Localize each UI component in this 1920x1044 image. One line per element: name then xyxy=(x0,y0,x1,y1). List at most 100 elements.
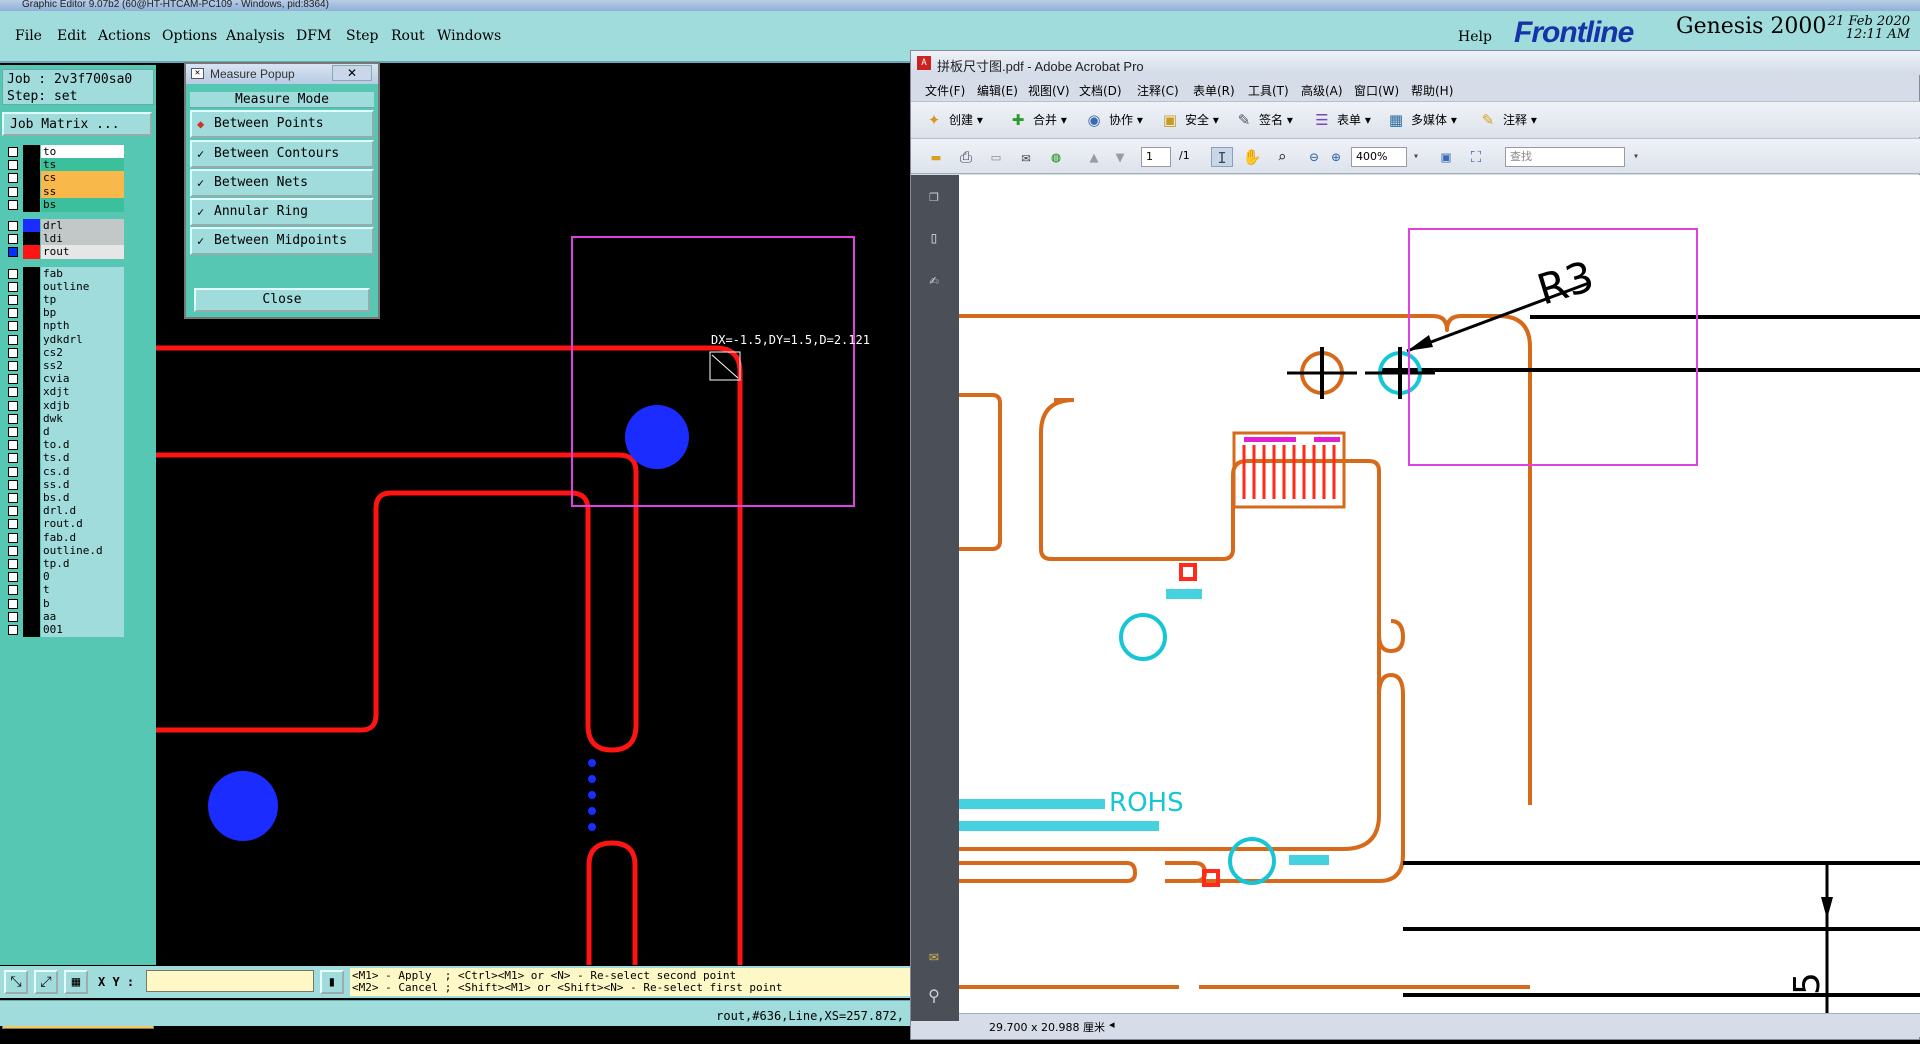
layer-checkbox[interactable] xyxy=(8,559,18,569)
layer-row-bp[interactable]: bp xyxy=(6,306,124,320)
layer-row-ldi[interactable]: ldi xyxy=(6,232,124,246)
layer-row-fab-d[interactable]: fab.d xyxy=(6,531,124,545)
option-between-nets[interactable]: ✓ Between Nets xyxy=(190,169,374,197)
layer-color-swatch[interactable] xyxy=(23,145,40,159)
layer-row-cs[interactable]: cs xyxy=(6,171,124,185)
layer-row-fab[interactable]: fab xyxy=(6,267,124,281)
menu-options[interactable]: Options xyxy=(162,28,217,44)
page-up-icon[interactable]: ▲ xyxy=(1083,147,1105,167)
menu-tools[interactable]: 工具(T) xyxy=(1248,82,1289,99)
layer-checkbox[interactable] xyxy=(8,348,18,358)
layer-row-ss2[interactable]: ss2 xyxy=(6,359,124,373)
zoom-dropdown-icon[interactable]: ▾ xyxy=(1405,147,1427,167)
layer-color-swatch[interactable] xyxy=(23,425,40,439)
layer-checkbox[interactable] xyxy=(8,599,18,609)
layer-checkbox[interactable] xyxy=(8,221,18,231)
layer-checkbox[interactable] xyxy=(8,308,18,318)
xy-input[interactable] xyxy=(146,970,314,992)
layer-checkbox[interactable] xyxy=(8,612,18,622)
layer-color-swatch[interactable] xyxy=(23,557,40,571)
layer-checkbox[interactable] xyxy=(8,295,18,305)
layer-checkbox[interactable] xyxy=(8,493,18,503)
layer-row-t[interactable]: t xyxy=(6,583,124,597)
secure-button[interactable]: ▣ 安全 ▾ xyxy=(1159,110,1219,130)
layer-color-swatch[interactable] xyxy=(23,544,40,558)
layer-row-drl-d[interactable]: drl.d xyxy=(6,504,124,518)
layer-checkbox[interactable] xyxy=(8,173,18,183)
layer-checkbox[interactable] xyxy=(8,401,18,411)
close-button[interactable]: Close xyxy=(194,288,370,312)
full-screen-icon[interactable]: ⛶ xyxy=(1465,147,1487,167)
layer-color-swatch[interactable] xyxy=(23,185,40,199)
layer-checkbox[interactable] xyxy=(8,282,18,292)
layer-row-tp-d[interactable]: tp.d xyxy=(6,557,124,571)
layer-row-rout-d[interactable]: rout.d xyxy=(6,517,124,531)
forms-button[interactable]: ☰ 表单 ▾ xyxy=(1311,110,1371,130)
page-down-icon[interactable]: ▼ xyxy=(1109,147,1131,167)
layer-color-swatch[interactable] xyxy=(23,597,40,611)
menu-rout[interactable]: Rout xyxy=(391,28,425,44)
page-number-input[interactable]: 1 xyxy=(1141,147,1171,167)
layer-row-xdjb[interactable]: xdjb xyxy=(6,399,124,413)
popup-close-icon[interactable]: ✕ xyxy=(332,65,372,81)
layer-checkbox[interactable] xyxy=(8,506,18,516)
layer-color-swatch[interactable] xyxy=(23,570,40,584)
open-folder-icon[interactable]: ▬ xyxy=(925,147,947,167)
layer-color-swatch[interactable] xyxy=(23,517,40,531)
layer-color-swatch[interactable] xyxy=(23,491,40,505)
layer-row-0[interactable]: 0 xyxy=(6,570,124,584)
layer-checkbox[interactable] xyxy=(8,234,18,244)
layer-color-swatch[interactable] xyxy=(23,504,40,518)
email-icon[interactable]: ✉ xyxy=(1015,147,1037,167)
layer-color-swatch[interactable] xyxy=(23,412,40,426)
scroll-left-icon[interactable]: ◂ xyxy=(1109,1018,1115,1031)
layer-checkbox[interactable] xyxy=(8,467,18,477)
layer-color-swatch[interactable] xyxy=(23,465,40,479)
grid-tool-icon[interactable]: ▦ xyxy=(64,970,88,994)
menu-file[interactable]: File xyxy=(15,28,42,44)
option-annular-ring[interactable]: ✓ Annular Ring xyxy=(190,198,374,226)
menu-step[interactable]: Step xyxy=(346,28,378,44)
menu-help[interactable]: 帮助(H) xyxy=(1411,82,1453,99)
layer-checkbox[interactable] xyxy=(8,546,18,556)
layer-checkbox[interactable] xyxy=(8,374,18,384)
layer-row-ss[interactable]: ss xyxy=(6,185,124,199)
multimedia-button[interactable]: ▦ 多媒体 ▾ xyxy=(1385,110,1457,130)
menu-actions[interactable]: Actions xyxy=(98,28,151,44)
layer-checkbox[interactable] xyxy=(8,572,18,582)
menu-help[interactable]: Help xyxy=(1458,29,1492,45)
layer-color-swatch[interactable] xyxy=(23,372,40,386)
layer-checkbox[interactable] xyxy=(8,533,18,543)
layer-row-aa[interactable]: aa xyxy=(6,610,124,624)
layer-row-bs[interactable]: bs xyxy=(6,198,124,212)
layer-checkbox[interactable] xyxy=(8,625,18,635)
layer-color-swatch[interactable] xyxy=(23,359,40,373)
menu-windows[interactable]: Windows xyxy=(437,28,501,44)
layer-row-ts[interactable]: ts xyxy=(6,158,124,172)
layer-color-swatch[interactable] xyxy=(23,399,40,413)
layer-row-outline[interactable]: outline xyxy=(6,280,124,294)
find-input[interactable]: 查找 xyxy=(1505,147,1625,167)
pdf-page[interactable]: R3 5 ROHS xyxy=(959,175,1920,1017)
menu-dfm[interactable]: DFM xyxy=(296,28,331,44)
layer-color-swatch[interactable] xyxy=(23,346,40,360)
layer-color-swatch[interactable] xyxy=(23,171,40,185)
layer-row-001[interactable]: 001 xyxy=(6,623,124,637)
layer-color-swatch[interactable] xyxy=(23,319,40,333)
layer-checkbox[interactable] xyxy=(8,519,18,529)
zoom-tool-icon[interactable]: ⤡ xyxy=(4,970,28,994)
layer-row-outline-d[interactable]: outline.d xyxy=(6,544,124,558)
menu-document[interactable]: 文档(D) xyxy=(1079,82,1122,99)
layer-color-swatch[interactable] xyxy=(23,385,40,399)
layer-color-swatch[interactable] xyxy=(23,293,40,307)
bookmarks-icon[interactable]: ▯ xyxy=(923,227,945,249)
layer-checkbox[interactable] xyxy=(8,414,18,424)
layer-row-cs2[interactable]: cs2 xyxy=(6,346,124,360)
zoom-in-icon[interactable]: ⊕ xyxy=(1325,147,1347,167)
menu-edit[interactable]: 编辑(E) xyxy=(977,82,1018,99)
layer-row-ydkdrl[interactable]: ydkdrl xyxy=(6,333,124,347)
layer-row-tp[interactable]: tp xyxy=(6,293,124,307)
pages-icon[interactable]: ❐ xyxy=(923,185,945,207)
layer-color-swatch[interactable] xyxy=(23,280,40,294)
layer-row-d[interactable]: d xyxy=(6,425,124,439)
